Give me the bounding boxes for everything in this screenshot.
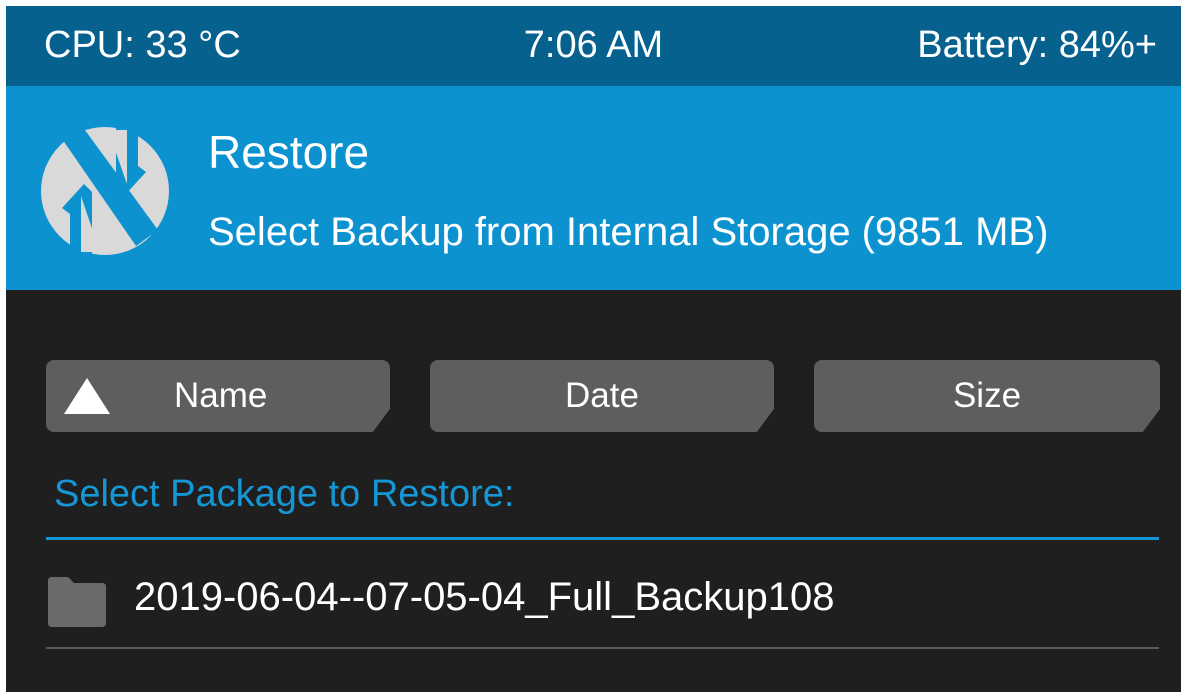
backup-list-item[interactable]: 2019-06-04--07-05-04_Full_Backup108 (46, 541, 1159, 647)
twrp-logo-icon (41, 126, 169, 256)
sort-by-name-button[interactable]: Name (46, 360, 390, 432)
sort-size-label: Size (952, 376, 1022, 415)
sort-ascending-icon (64, 378, 110, 414)
status-bar: CPU: 33 °C 7:06 AM Battery: 84%+ (6, 6, 1181, 86)
sort-name-label: Name (174, 376, 268, 415)
page-header: Restore Select Backup from Internal Stor… (6, 86, 1181, 290)
sort-by-date-button[interactable]: Date (430, 360, 774, 432)
backup-name: 2019-06-04--07-05-04_Full_Backup108 (134, 575, 835, 619)
list-divider-top (46, 537, 1159, 540)
folder-icon (48, 577, 106, 627)
list-divider-bottom (46, 647, 1159, 649)
list-heading: Select Package to Restore: (54, 473, 515, 515)
battery-status: Battery: 84%+ (917, 24, 1157, 66)
sort-by-size-button[interactable]: Size (814, 360, 1160, 432)
sort-date-label: Date (565, 376, 639, 415)
twrp-screen: CPU: 33 °C 7:06 AM Battery: 84%+ Restore… (6, 6, 1181, 692)
page-title: Restore (208, 126, 370, 178)
page-subtitle: Select Backup from Internal Storage (985… (208, 210, 1049, 254)
